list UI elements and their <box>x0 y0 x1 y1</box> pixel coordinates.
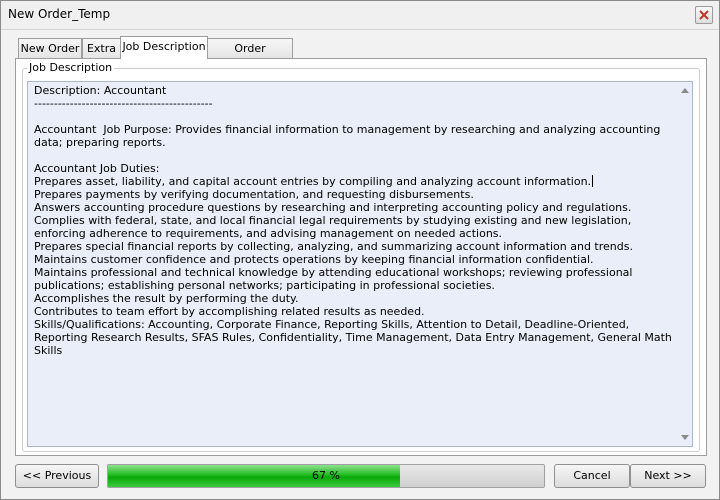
tab-extra[interactable]: Extra <box>82 38 121 58</box>
job-description-panel: Job Description Description: Accountant … <box>15 58 707 456</box>
tab-order-schedule[interactable]: Order Schedule <box>207 38 293 74</box>
description-text: Description: Accountant ----------------… <box>34 84 674 357</box>
scroll-up-arrow-icon[interactable] <box>681 88 689 93</box>
job-description-group: Job Description Description: Accountant … <box>22 61 700 452</box>
previous-button[interactable]: << Previous <box>15 464 99 488</box>
vertical-scrollbar[interactable] <box>677 82 692 446</box>
tab-job-description[interactable]: Job Description <box>120 36 208 59</box>
text-caret <box>592 175 594 187</box>
next-button[interactable]: Next >> <box>630 464 706 488</box>
job-description-textarea[interactable]: Description: Accountant ----------------… <box>27 81 693 447</box>
title-bar: New Order_Temp <box>1 1 719 30</box>
scroll-down-arrow-icon[interactable] <box>681 435 689 440</box>
dialog-window: New Order_Temp New Order Extra Job Descr… <box>0 0 720 500</box>
cancel-button[interactable]: Cancel <box>554 464 630 488</box>
progress-label: 67 % <box>312 469 340 482</box>
close-icon <box>699 10 709 20</box>
group-label: Job Description <box>27 61 115 74</box>
description-text-part1: Description: Accountant ----------------… <box>34 84 661 188</box>
close-button[interactable] <box>695 6 713 24</box>
window-title: New Order_Temp <box>8 7 111 21</box>
progress-bar: 67 % <box>107 464 545 488</box>
description-text-part2: Prepares payments by verifying documenta… <box>34 188 672 357</box>
tab-new-order[interactable]: New Order <box>18 38 82 58</box>
